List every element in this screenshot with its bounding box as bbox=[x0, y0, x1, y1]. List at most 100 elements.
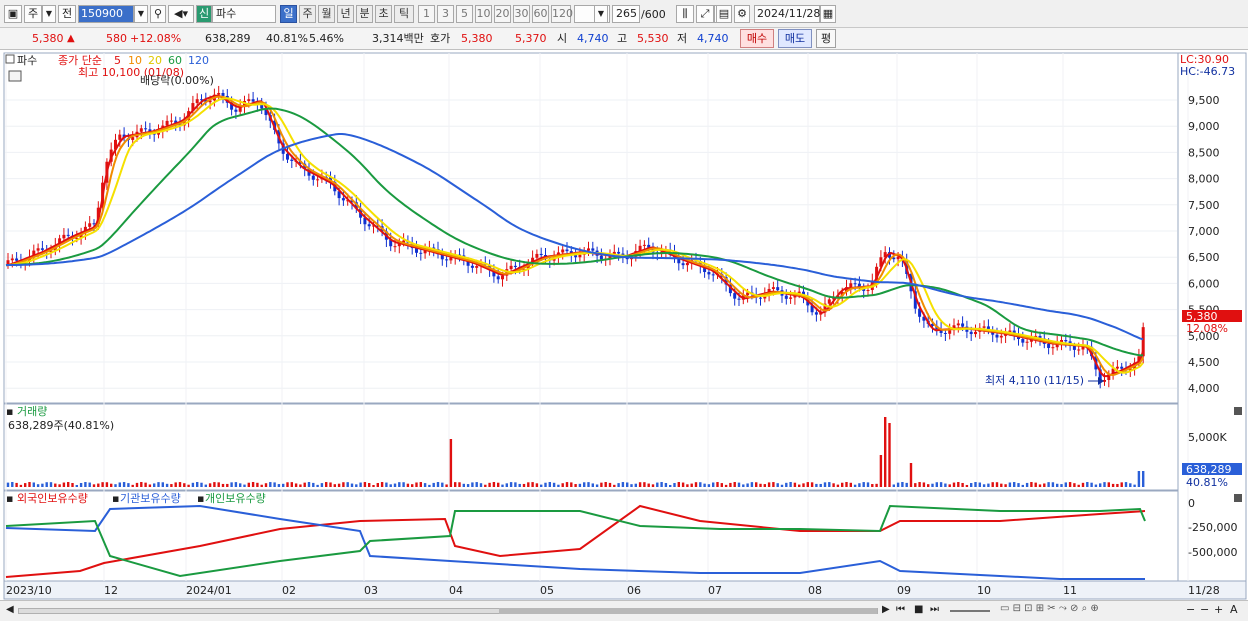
volume-bar bbox=[987, 483, 990, 487]
volume-bar bbox=[746, 483, 749, 487]
volume-bar bbox=[509, 482, 513, 487]
volume-bar bbox=[36, 484, 40, 487]
chart-navigation-bar: ◀ ▶ ⏮ ■ ⏭ ▭ ⊟ ⊡ ⊞ ✂ ⤳ ⊘ ⌕ ⊕ − − + A bbox=[0, 600, 1248, 621]
zoom-slider[interactable] bbox=[950, 610, 990, 612]
volume-bar bbox=[286, 482, 289, 487]
volume-y-tick: 5,000K bbox=[1188, 431, 1227, 444]
candle-icon[interactable]: ⫼ bbox=[676, 5, 694, 23]
period-select[interactable]: 주 bbox=[24, 5, 42, 23]
tab-tick[interactable]: 틱 bbox=[394, 5, 414, 23]
horizontal-scrollbar[interactable] bbox=[18, 608, 878, 614]
volume-bar bbox=[260, 484, 263, 487]
volume-collapse-icon[interactable]: ▪ bbox=[6, 405, 13, 418]
volume-bar bbox=[518, 483, 521, 487]
volume-bar bbox=[600, 482, 603, 487]
zoom-in-icon[interactable]: + bbox=[1214, 603, 1223, 616]
tab-minute[interactable]: 분 bbox=[356, 5, 373, 23]
tab-month[interactable]: 월 bbox=[318, 5, 335, 23]
tab-year[interactable]: 년 bbox=[337, 5, 354, 23]
candle-body bbox=[784, 295, 788, 299]
stock-chart[interactable]: 파수 종가 단순 5 10 20 60 120 최고 10,100 (01/08… bbox=[0, 51, 1248, 621]
interval-20[interactable]: 20 bbox=[494, 5, 511, 23]
rewind-icon[interactable]: ⏮ bbox=[896, 604, 905, 615]
interval-1[interactable]: 1 bbox=[418, 5, 435, 23]
interval-10[interactable]: 10 bbox=[475, 5, 492, 23]
volume-bar bbox=[944, 483, 947, 487]
volume-bar bbox=[92, 484, 96, 487]
volume-bar bbox=[135, 482, 139, 487]
tab-week[interactable]: 주 bbox=[299, 5, 316, 23]
chevron-down-icon[interactable]: ▼ bbox=[134, 5, 148, 23]
save-icon[interactable]: ▤ bbox=[716, 5, 732, 23]
play-icon[interactable]: ▶ bbox=[882, 604, 890, 615]
candle-body bbox=[1120, 366, 1124, 369]
volume-bar bbox=[613, 484, 616, 487]
volume-bar bbox=[544, 482, 547, 487]
font-size-icon[interactable]: A bbox=[1230, 603, 1238, 616]
candle-body bbox=[1025, 341, 1029, 343]
volume-bar bbox=[97, 483, 100, 487]
calendar-icon[interactable]: ▦ bbox=[820, 5, 836, 23]
volume-bar bbox=[256, 482, 259, 487]
scroll-left-icon[interactable]: ◀ bbox=[6, 604, 14, 615]
date-input[interactable]: 2024/11/28 bbox=[754, 5, 820, 23]
volume-bar bbox=[393, 483, 397, 487]
turnover-percent: 5.46% bbox=[309, 32, 344, 45]
tab-second[interactable]: 초 bbox=[375, 5, 392, 23]
volume-bar bbox=[776, 483, 779, 487]
interval-30[interactable]: 30 bbox=[513, 5, 530, 23]
volume-bar bbox=[419, 482, 422, 487]
holdings-close-icon[interactable] bbox=[1234, 494, 1242, 502]
candle-body bbox=[956, 323, 960, 326]
stock-name-field[interactable]: 파수 bbox=[212, 5, 276, 23]
eval-button[interactable]: 평 bbox=[816, 29, 836, 48]
tool-icons[interactable]: ▭ ⊟ ⊡ ⊞ ✂ ⤳ ⊘ ⌕ ⊕ bbox=[1000, 603, 1099, 614]
interval-3[interactable]: 3 bbox=[437, 5, 454, 23]
volume-bar bbox=[707, 484, 711, 487]
chevron-down-icon[interactable]: ▼ bbox=[594, 5, 608, 23]
stock-code-input[interactable]: 150900 bbox=[78, 5, 134, 23]
volume-bar bbox=[264, 483, 268, 487]
candle-body bbox=[118, 134, 122, 140]
volume-bar bbox=[372, 484, 375, 487]
line-tool-icon[interactable]: ⤢ bbox=[696, 5, 714, 23]
count-input[interactable]: 265 bbox=[612, 5, 640, 23]
volume-bar bbox=[475, 482, 478, 487]
zoom-out-icon[interactable]: − bbox=[1186, 603, 1195, 616]
table-icon[interactable] bbox=[8, 70, 22, 82]
volume-bar bbox=[806, 482, 809, 487]
interval-120[interactable]: 120 bbox=[551, 5, 573, 23]
volume-bar bbox=[290, 482, 293, 487]
low-label: 저 bbox=[677, 32, 688, 45]
volume-bar bbox=[565, 482, 569, 487]
stock-kind-badge: 신 bbox=[196, 5, 212, 23]
scrollbar-thumb[interactable] bbox=[499, 608, 877, 614]
interval-60[interactable]: 60 bbox=[532, 5, 549, 23]
tab-day[interactable]: 일 bbox=[280, 5, 297, 23]
volume-bar bbox=[643, 482, 646, 487]
window-icon[interactable]: ▣ bbox=[4, 5, 22, 23]
candle-body bbox=[40, 248, 44, 250]
holdings-collapse-icon[interactable]: ▪ bbox=[6, 492, 13, 505]
forward-icon[interactable]: ⏭ bbox=[930, 604, 939, 615]
buy-button[interactable]: 매수 bbox=[740, 29, 774, 48]
prev-button[interactable]: 전 bbox=[58, 5, 76, 23]
chevron-down-icon[interactable]: ▼ bbox=[42, 5, 56, 23]
volume-bar bbox=[1137, 471, 1141, 487]
interval-5[interactable]: 5 bbox=[456, 5, 473, 23]
search-icon[interactable]: ⚲ bbox=[150, 5, 166, 23]
volume-bar bbox=[359, 482, 362, 487]
speaker-icon[interactable]: ◀▾ bbox=[168, 5, 194, 23]
volume-bar bbox=[174, 482, 177, 487]
volume-bar bbox=[733, 482, 736, 487]
gear-icon[interactable]: ⚙ bbox=[734, 5, 750, 23]
volume-bar bbox=[836, 484, 840, 487]
volume-bar bbox=[329, 482, 332, 487]
candle-body bbox=[827, 299, 831, 304]
sell-button[interactable]: 매도 bbox=[778, 29, 812, 48]
candle-body bbox=[286, 153, 289, 160]
stop-icon[interactable]: ■ bbox=[914, 604, 923, 615]
volume-close-icon[interactable] bbox=[1234, 407, 1242, 415]
minus-icon[interactable]: − bbox=[1200, 603, 1209, 616]
x-axis-tick: 02 bbox=[282, 584, 296, 597]
